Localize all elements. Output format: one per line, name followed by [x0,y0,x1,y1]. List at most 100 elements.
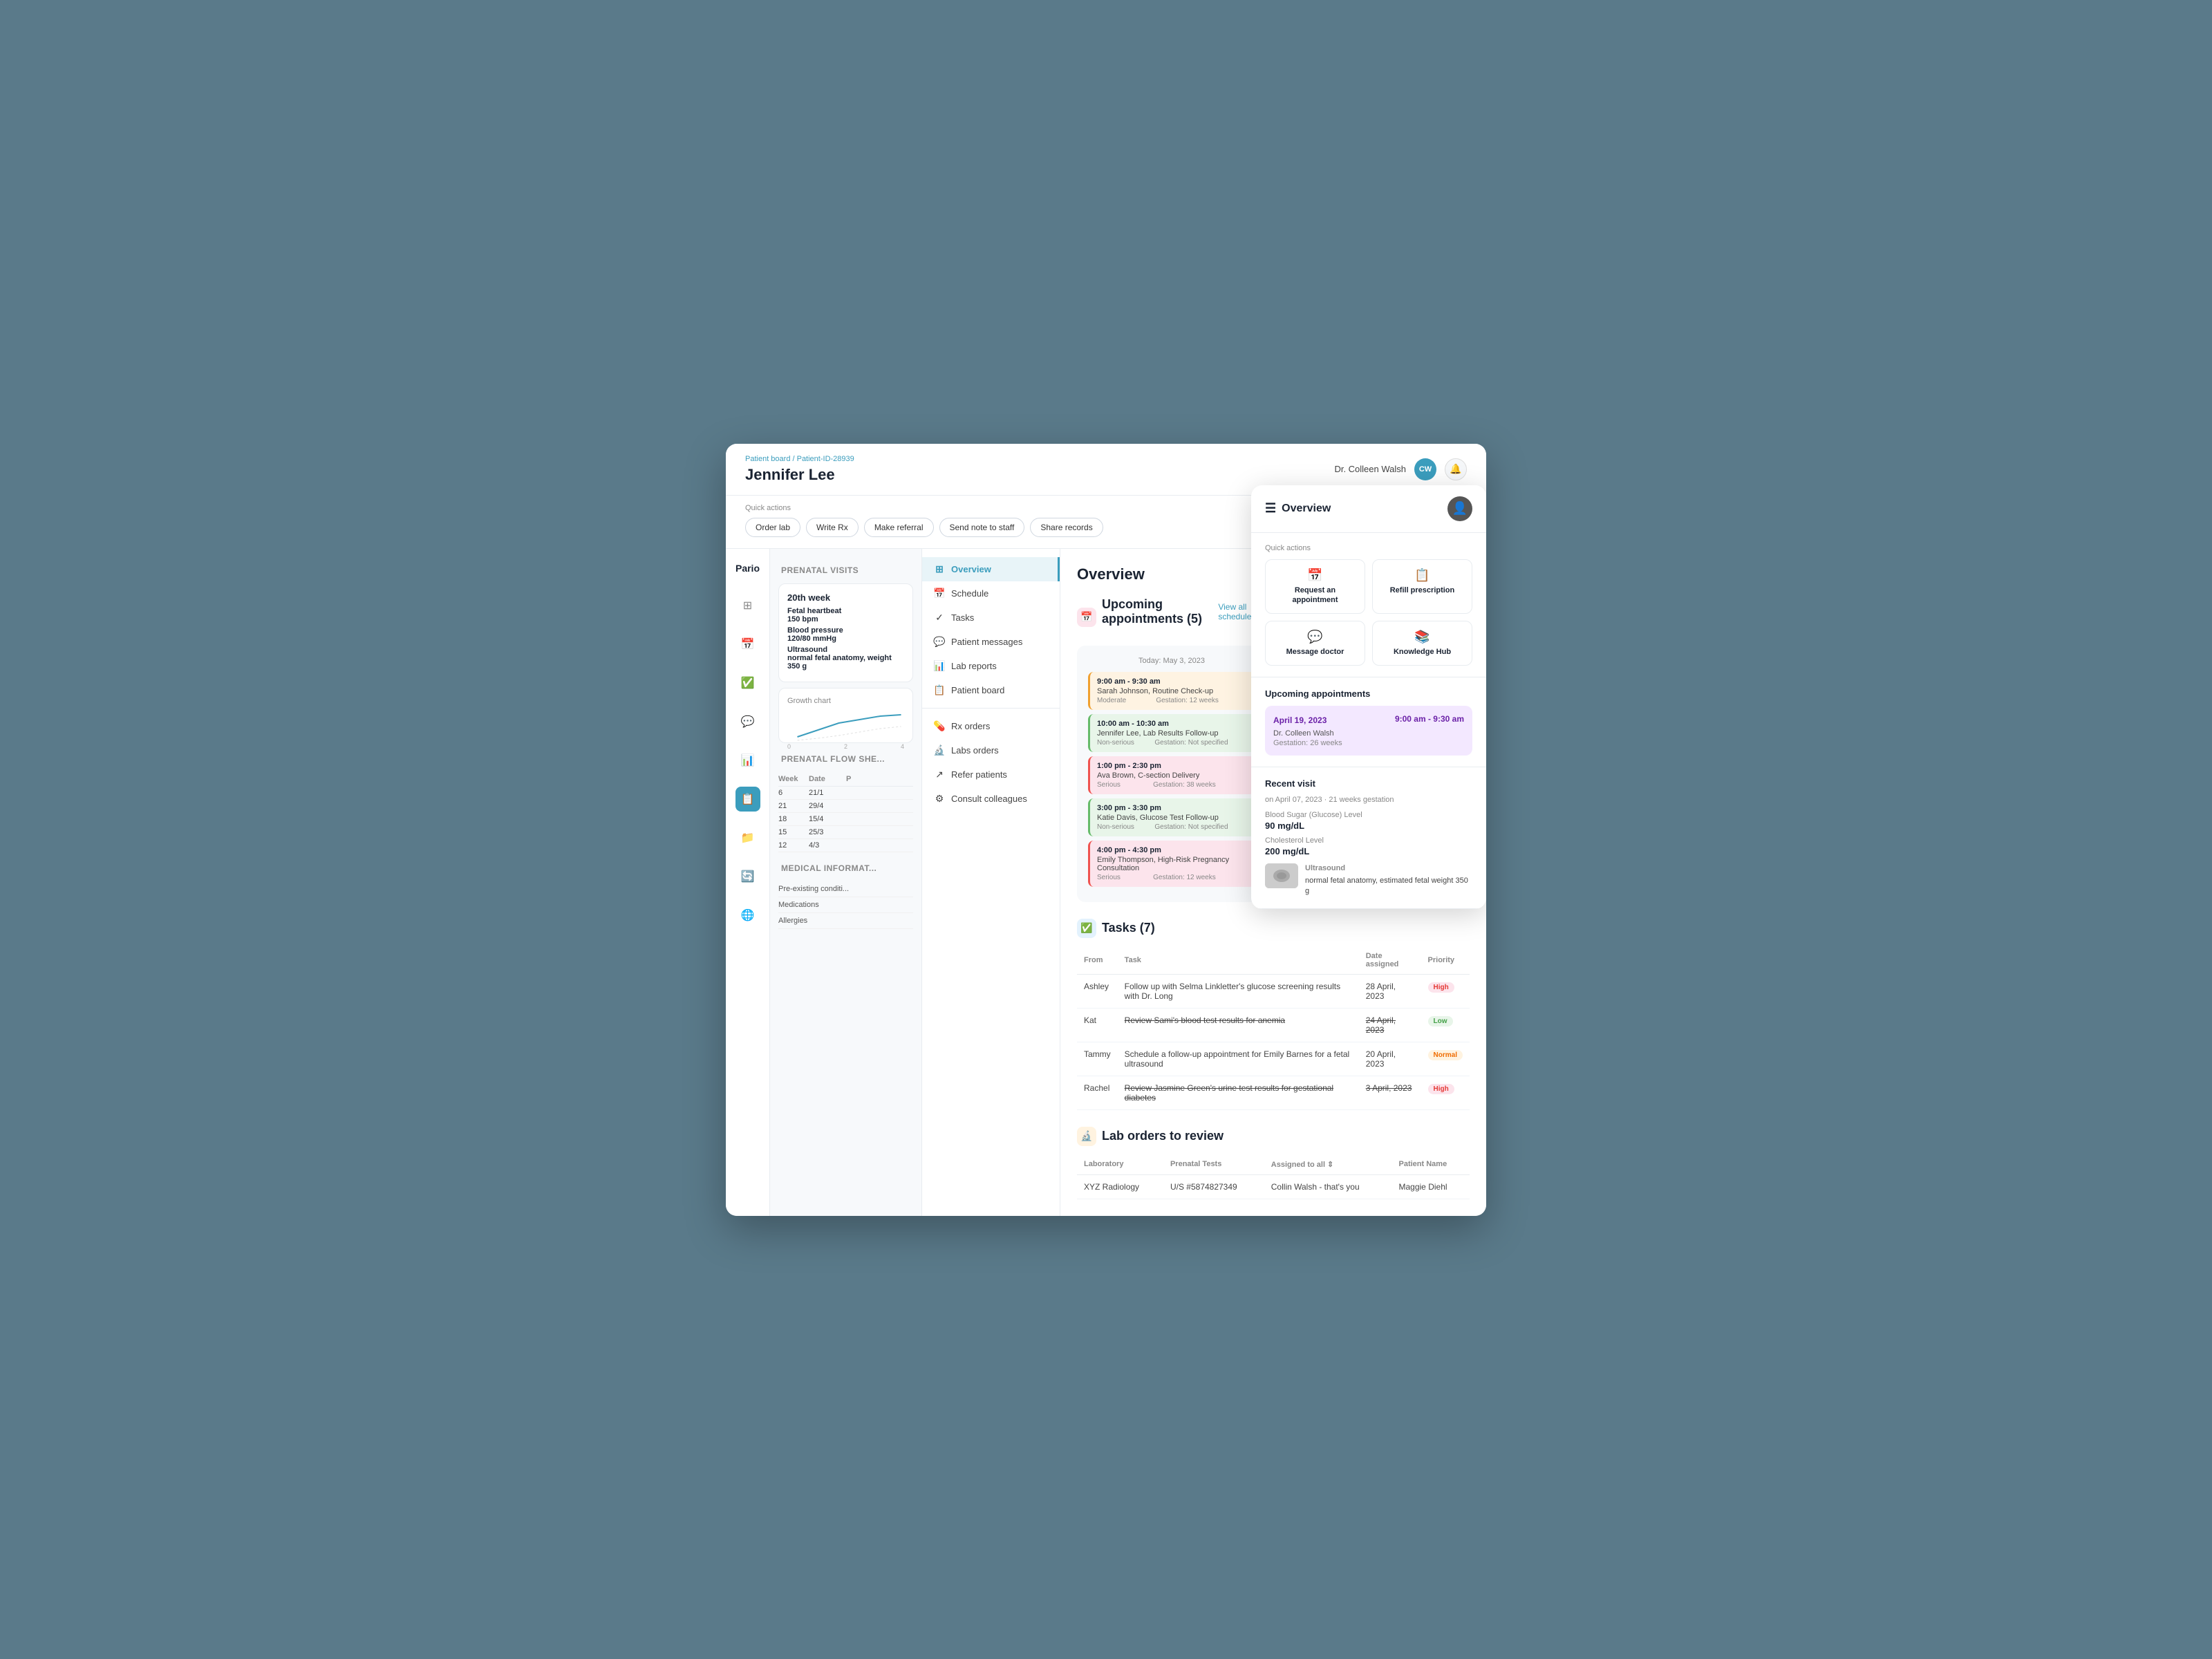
sidebar-folder-icon[interactable]: 📁 [735,825,760,850]
message-doctor-label: Message doctor [1271,647,1359,657]
patient-name: Jennifer Lee [745,466,854,484]
appointments-icon: 📅 [1077,608,1096,627]
overview-panel: ☰ Overview 👤 Quick actions 📅 Request an … [1251,485,1486,909]
header-left: Patient board / Patient-ID-28939 Jennife… [745,455,854,484]
app-body: Pario ⊞ 📅 ✅ 💬 📊 📋 📁 🔄 🌐 Prenatal visits … [726,549,1486,1216]
consult-nav-icon: ⚙ [933,793,946,805]
appt-item: 10:00 am - 10:30 am Jennifer Lee, Lab Re… [1088,714,1255,752]
prenatal-week: 20th week [787,592,904,603]
sidebar-grid-icon[interactable]: ⊞ [735,593,760,618]
nav-rx-orders[interactable]: 💊 Rx orders [922,714,1060,738]
nav-schedule[interactable]: 📅 Schedule [922,581,1060,606]
write-rx-button[interactable]: Write Rx [806,518,859,537]
flow-section-title: Prenatal flow she... [770,749,921,767]
priority-badge: Normal [1428,1050,1463,1060]
recent-visit-title: Recent visit [1265,778,1472,789]
prenatal-section-title: Prenatal visits [770,560,921,578]
board-nav-icon: 📋 [933,684,946,696]
labs-nav-icon: 🔬 [933,744,946,756]
sidebar-calendar-icon[interactable]: 📅 [735,632,760,657]
lab-nav-icon: 📊 [933,660,946,672]
nav-divider [922,708,1060,709]
appt-item: 3:00 pm - 3:30 pm Katie Davis, Glucose T… [1088,798,1255,836]
sidebar-chart-icon[interactable]: 📊 [735,748,760,773]
ultrasound-text: Ultrasound normal fetal anatomy, estimat… [1305,863,1472,897]
overview-panel-menu-icon: ☰ [1265,501,1276,516]
make-referral-button[interactable]: Make referral [864,518,934,537]
task-row: Ashley Follow up with Selma Linkletter's… [1077,974,1470,1008]
sidebar-chat-icon[interactable]: 💬 [735,709,760,734]
task-row: Kat Review Sami's blood test results for… [1077,1008,1470,1042]
tasks-title: Tasks (7) [1102,921,1155,935]
priority-badge: Low [1428,1016,1453,1027]
nav-tasks[interactable]: ✓ Tasks [922,606,1060,630]
notification-bell[interactable]: 🔔 [1445,458,1467,480]
ultrasound-result: Ultrasound normal fetal anatomy, estimat… [1265,863,1472,897]
appt-time: 9:00 am - 9:30 am [1395,714,1464,724]
refer-nav-icon: ↗ [933,769,946,780]
send-note-button[interactable]: Send note to staff [939,518,1025,537]
med-info-medications: Medications [778,897,913,913]
appt-item: 4:00 pm - 4:30 pm Emily Thompson, High-R… [1088,841,1255,887]
request-appt-icon: 📅 [1271,568,1359,583]
appt-gestation: Gestation: 26 weeks [1273,739,1464,747]
overview-panel-title: Overview [1282,503,1331,515]
order-lab-button[interactable]: Order lab [745,518,800,537]
nav-lab-reports[interactable]: 📊 Lab reports [922,654,1060,678]
lab-orders-icon: 🔬 [1077,1127,1096,1146]
tasks-col-priority: Priority [1421,946,1470,975]
overview-nav-icon: ⊞ [933,563,946,575]
flow-row: 1525/3 [778,826,913,839]
overview-qa-label: Quick actions [1265,544,1472,552]
qa-message-doctor[interactable]: 💬 Message doctor [1265,621,1365,666]
appointments-date: Today: May 3, 2023 [1088,657,1255,665]
bp-item: Blood pressure 120/80 mmHg [787,626,904,643]
lab-orders-title: Lab orders to review [1102,1129,1224,1143]
nav-overview[interactable]: ⊞ Overview [922,557,1060,581]
request-appt-label: Request an appointment [1271,585,1359,606]
sidebar-document-icon[interactable]: 📋 [735,787,760,812]
qa-request-appointment[interactable]: 📅 Request an appointment [1265,559,1365,615]
tasks-col-date: Date assigned [1359,946,1421,975]
task-row: Rachel Review Jasmine Green's urine test… [1077,1076,1470,1109]
nav-menu: ⊞ Overview 📅 Schedule ✓ Tasks 💬 Patient … [922,549,1060,1216]
sidebar-checklist-icon[interactable]: ✅ [735,671,760,695]
knowledge-hub-icon: 📚 [1378,630,1466,644]
sidebar-globe-icon[interactable]: 🌐 [735,903,760,928]
tasks-icon: ✅ [1077,919,1096,938]
flow-table: Week Date P 621/1 2129/4 1815/4 1525/3 1… [778,772,913,852]
knowledge-hub-label: Knowledge Hub [1378,647,1466,657]
tasks-table: From Task Date assigned Priority Ashley … [1077,946,1470,1110]
share-records-button[interactable]: Share records [1030,518,1103,537]
tasks-nav-icon: ✓ [933,612,946,624]
med-info-conditions: Pre-existing conditi... [778,881,913,897]
nav-consult[interactable]: ⚙ Consult colleagues [922,787,1060,811]
lab-col-assigned: Assigned to all ⇕ [1264,1154,1392,1175]
medical-info: Pre-existing conditi... Medications Alle… [778,881,913,929]
prenatal-card: 20th week Fetal heartbeat 150 bpm Blood … [778,583,913,682]
prenatal-chart: Growth chart 024 [778,688,913,743]
appointments-section: 📅 Upcoming appointments (5) View all sch… [1077,597,1266,902]
overview-panel-upcoming: Upcoming appointments April 19, 2023 9:0… [1251,677,1486,767]
overview-panel-quick-actions: Quick actions 📅 Request an appointment 📋… [1251,533,1486,678]
qa-knowledge-hub[interactable]: 📚 Knowledge Hub [1372,621,1472,666]
flow-row: 124/3 [778,839,913,852]
lab-col-tests: Prenatal Tests [1163,1154,1264,1175]
metric-blood-sugar: Blood Sugar (Glucose) Level 90 mg/dL [1265,811,1472,831]
appointments-card: Today: May 3, 2023 9:00 am - 9:30 am Sar… [1077,646,1266,902]
doctor-avatar: CW [1414,458,1436,480]
nav-patient-messages[interactable]: 💬 Patient messages [922,630,1060,654]
nav-refer-patients[interactable]: ↗ Refer patients [922,762,1060,787]
qa-refill-prescription[interactable]: 📋 Refill prescription [1372,559,1472,615]
sidebar-refresh-icon[interactable]: 🔄 [735,864,760,889]
lab-col-patient: Patient Name [1392,1154,1470,1175]
ultrasound-item: Ultrasound normal fetal anatomy, weight … [787,646,904,671]
nav-labs-orders[interactable]: 🔬 Labs orders [922,738,1060,762]
lab-col-lab: Laboratory [1077,1154,1163,1175]
med-info-title: Medical informat... [770,858,921,876]
appt-item: 1:00 pm - 2:30 pm Ava Brown, C-section D… [1088,756,1255,794]
appt-doctor: Dr. Colleen Walsh [1273,729,1464,738]
icon-sidebar: Pario ⊞ 📅 ✅ 💬 📊 📋 📁 🔄 🌐 [726,549,770,1216]
nav-patient-board[interactable]: 📋 Patient board [922,678,1060,702]
breadcrumb: Patient board / Patient-ID-28939 [745,455,854,463]
